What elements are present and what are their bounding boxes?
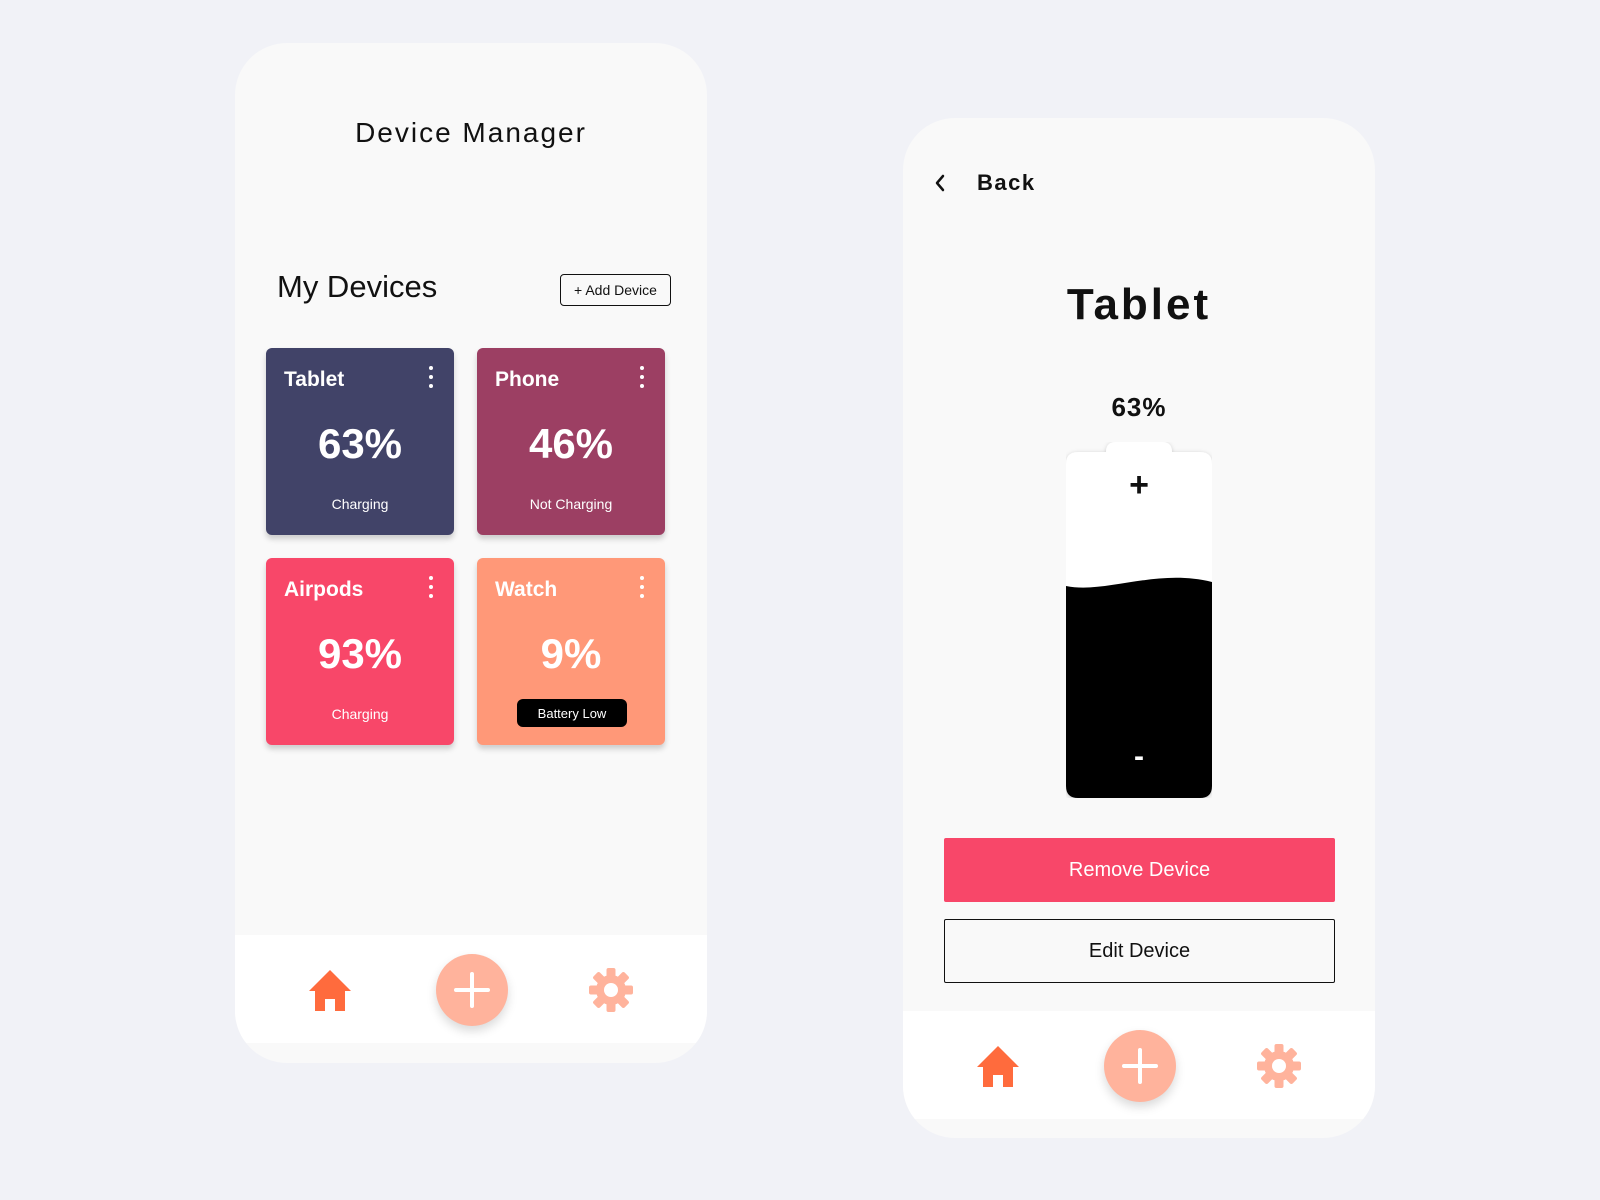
- bottom-nav: [903, 1011, 1375, 1119]
- device-manager-screen: Device Manager My Devices + Add Device T…: [235, 43, 707, 1063]
- device-card-name: Airpods: [284, 578, 364, 601]
- battery-low-badge: Battery Low: [517, 699, 627, 727]
- plus-icon: [1122, 1048, 1158, 1084]
- edit-device-button[interactable]: Edit Device: [944, 919, 1335, 983]
- more-options-icon[interactable]: [639, 576, 645, 598]
- battery-percent: 63%: [1111, 392, 1167, 422]
- more-options-icon[interactable]: [428, 576, 434, 598]
- device-card-percent: 46%: [528, 420, 614, 467]
- add-nav-button[interactable]: [436, 954, 508, 1026]
- device-card-name: Tablet: [284, 368, 345, 391]
- device-card-percent: 93%: [317, 630, 403, 677]
- back-button[interactable]: Back: [931, 170, 1036, 196]
- device-card-status: Charging: [331, 496, 389, 512]
- gear-icon[interactable]: [1256, 1043, 1302, 1089]
- device-card-status: Charging: [331, 706, 389, 722]
- device-card-percent: 63%: [317, 420, 403, 467]
- home-icon[interactable]: [975, 1043, 1021, 1089]
- add-device-button[interactable]: + Add Device: [560, 274, 671, 306]
- battery-graphic: + -: [1066, 442, 1212, 798]
- plus-icon: [454, 972, 490, 1008]
- more-options-icon[interactable]: [428, 366, 434, 388]
- device-card-name: Watch: [495, 578, 558, 601]
- more-options-icon[interactable]: [639, 366, 645, 388]
- remove-device-button[interactable]: Remove Device: [944, 838, 1335, 902]
- device-title: Tablet: [1066, 280, 1212, 329]
- app-title: Device Manager: [355, 117, 587, 148]
- device-card-percent: 9%: [540, 630, 602, 677]
- device-card-airpods[interactable]: Airpods 93% Charging: [266, 558, 454, 745]
- back-label: Back: [977, 170, 1036, 195]
- gear-icon[interactable]: [588, 967, 634, 1013]
- device-detail-screen: Back Tablet 63% + - Remove Device Edit D…: [903, 118, 1375, 1138]
- device-card-name: Phone: [495, 368, 560, 391]
- section-title: My Devices: [277, 269, 438, 304]
- device-card-watch[interactable]: Watch 9% Battery Low: [477, 558, 665, 745]
- home-icon[interactable]: [307, 967, 353, 1013]
- chevron-left-icon: [935, 174, 945, 192]
- device-card-tablet[interactable]: Tablet 63% Charging: [266, 348, 454, 535]
- device-card-status: Not Charging: [529, 496, 613, 512]
- bottom-nav: [235, 935, 707, 1043]
- device-card-phone[interactable]: Phone 46% Not Charging: [477, 348, 665, 535]
- battery-plus-symbol: +: [1129, 466, 1149, 504]
- battery-minus-symbol: -: [1134, 740, 1144, 773]
- add-nav-button[interactable]: [1104, 1030, 1176, 1102]
